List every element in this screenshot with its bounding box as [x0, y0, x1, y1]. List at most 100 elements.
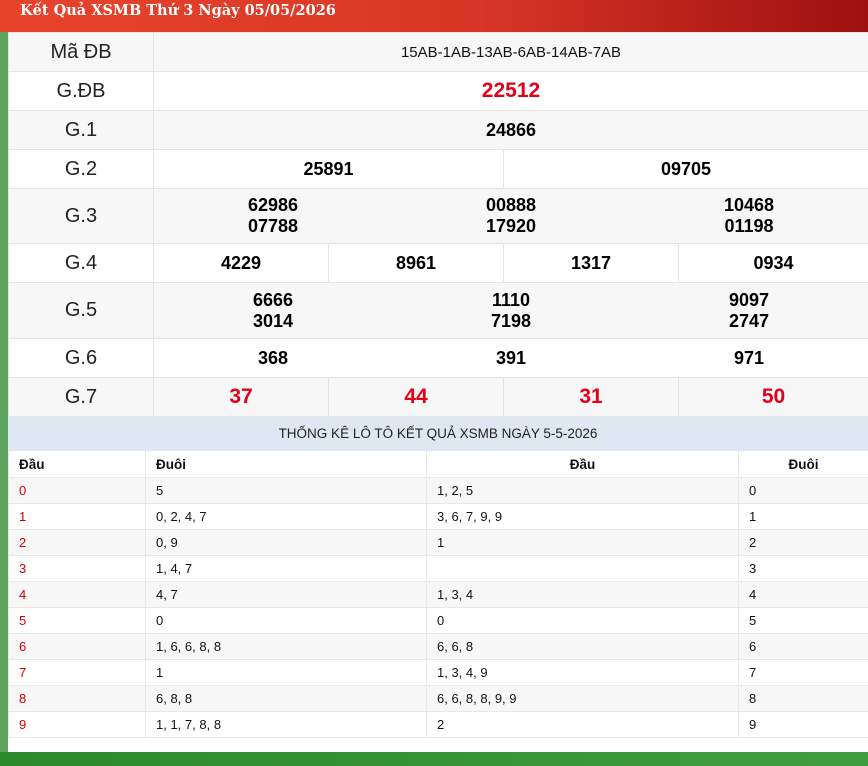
loto-cell: 0: [426, 607, 739, 634]
loto-duoi-digit: 2: [738, 529, 868, 556]
results-table: Mã ĐB 15AB-1AB-13AB-6AB-14AB-7AB G.ĐB 22…: [8, 32, 868, 417]
loto-row: 8 6, 8, 8 6, 6, 8, 8, 9, 98: [8, 685, 868, 712]
label-g3: G.3: [8, 188, 154, 244]
prize-g1-number: 24866: [485, 119, 537, 140]
label-g6: G.6: [8, 338, 154, 378]
prize-g6-number: 971: [733, 347, 765, 368]
loto-header-duoi: Đuôi: [145, 450, 427, 478]
loto-cell: 1, 6, 6, 8, 8: [145, 633, 427, 660]
prize-g2-number: 25891: [303, 158, 354, 179]
loto-dau-digit: 3: [8, 555, 146, 582]
loto-dau-digit: 1: [8, 503, 146, 530]
prize-g7-number: 31: [579, 385, 603, 408]
label-gdb: G.ĐB: [8, 71, 154, 111]
loto-cell: 4, 7: [145, 581, 427, 608]
loto-duoi-digit: 0: [738, 477, 868, 504]
loto-duoi-digit: 9: [738, 711, 868, 738]
loto-cell: 0, 2, 4, 7: [145, 503, 427, 530]
loto-duoi-digit: 7: [738, 659, 868, 686]
loto-duoi-digit: 6: [738, 633, 868, 660]
label-g5: G.5: [8, 282, 154, 339]
loto-cell: 0, 9: [145, 529, 427, 556]
prize-g4-number: 4229: [220, 252, 262, 273]
row-g7: G.7 37 44 31 50: [8, 377, 868, 417]
prize-g3-number: 07788: [247, 216, 299, 236]
loto-dau-digit: 6: [8, 633, 146, 660]
row-g2: G.2 25891 09705: [8, 149, 868, 189]
loto-cell: 1, 2, 5: [426, 477, 739, 504]
prize-g7-number: 37: [229, 385, 253, 408]
loto-dau-digit: 5: [8, 607, 146, 634]
row-g4: G.4 4229 8961 1317 0934: [8, 243, 868, 283]
loto-row: 0 5 1, 2, 50: [8, 477, 868, 504]
loto-cell: 1, 3, 4, 9: [426, 659, 739, 686]
loto-row: 5005: [8, 607, 868, 634]
label-g4: G.4: [8, 243, 154, 283]
loto-row: 6 1, 6, 6, 8, 8 6, 6, 86: [8, 633, 868, 660]
loto-dau-digit: 7: [8, 659, 146, 686]
loto-header-dau: Đầu: [8, 450, 146, 478]
prize-g7-number: 44: [404, 385, 428, 408]
prize-g3-number: 00888: [485, 195, 537, 215]
loto-cell: 0: [145, 607, 427, 634]
loto-duoi-digit: 8: [738, 685, 868, 712]
loto-dau-digit: 4: [8, 581, 146, 608]
header-title: Kết Quả XSMB Thứ 3 Ngày 05/05/2026: [20, 2, 336, 19]
loto-dau-digit: 0: [8, 477, 146, 504]
loto-row: 7 1 1, 3, 4, 97: [8, 659, 868, 686]
page-footer: [0, 752, 868, 766]
loto-cell: 1, 4, 7: [145, 555, 427, 582]
prize-g5-number: 6666: [252, 289, 294, 310]
loto-cell: 1, 1, 7, 8, 8: [145, 711, 427, 738]
prize-g5-number: 7198: [490, 310, 532, 331]
loto-cell: 1: [426, 529, 739, 556]
prize-g5-number: 3014: [252, 310, 294, 331]
prize-g3-number: 62986: [247, 195, 299, 215]
prize-g5-number: 9097: [728, 289, 770, 310]
loto-cell: 6, 8, 8: [145, 685, 427, 712]
loto-title: THỐNG KÊ LÔ TÔ KẾT QUẢ XSMB NGÀY 5-5-202…: [8, 417, 868, 450]
prize-g4-number: 0934: [753, 252, 794, 273]
prize-g3-number: 10468: [723, 195, 775, 215]
loto-dau-digit: 9: [8, 711, 146, 738]
row-g1: G.1 24866: [8, 110, 868, 150]
row-g6: G.6 368 391 971: [8, 338, 868, 378]
loto-cell: 6, 6, 8, 8, 9, 9: [426, 685, 739, 712]
loto-duoi-digit: 4: [738, 581, 868, 608]
row-gdb: G.ĐB 22512: [8, 71, 868, 111]
loto-dau-digit: 8: [8, 685, 146, 712]
row-ma-db: Mã ĐB 15AB-1AB-13AB-6AB-14AB-7AB: [8, 32, 868, 72]
label-g1: G.1: [8, 110, 154, 150]
results-panel: Mã ĐB 15AB-1AB-13AB-6AB-14AB-7AB G.ĐB 22…: [8, 32, 868, 752]
loto-row: 4 4, 7 1, 3, 44: [8, 581, 868, 608]
prize-g6-number: 391: [495, 347, 527, 368]
loto-cell: 1: [145, 659, 427, 686]
prize-g3-number: 01198: [724, 216, 774, 236]
loto-row: 3 1, 4, 73: [8, 555, 868, 582]
loto-cell: 6, 6, 8: [426, 633, 739, 660]
prize-g5-number: 1110: [491, 289, 531, 310]
prize-g3-number: 17920: [485, 216, 537, 236]
prize-g6-number: 368: [257, 347, 289, 368]
page-header: Kết Quả XSMB Thứ 3 Ngày 05/05/2026: [0, 0, 868, 32]
loto-cell: 2: [426, 711, 739, 738]
label-g2: G.2: [8, 149, 154, 189]
prize-g5-number: 2747: [728, 310, 770, 331]
loto-cell: 5: [145, 477, 427, 504]
loto-duoi-digit: 1: [738, 503, 868, 530]
prize-g7-number: 50: [761, 385, 786, 408]
loto-row: 9 1, 1, 7, 8, 829: [8, 711, 868, 738]
row-g3: G.3 62986 07788 00888 17920 10468 01198: [8, 188, 868, 244]
loto-header-duoi: Đuôi: [738, 450, 868, 478]
loto-cell: [426, 555, 739, 582]
loto-header-dau: Đầu: [426, 450, 739, 478]
loto-row: 1 0, 2, 4, 7 3, 6, 7, 9, 91: [8, 503, 868, 530]
row-g5: G.5 6666 3014 1110 7198 9097 2747: [8, 282, 868, 339]
loto-header-row: Đầu Đuôi Đầu Đuôi: [8, 450, 868, 478]
loto-cell: 3, 6, 7, 9, 9: [426, 503, 739, 530]
ma-db-value: 15AB-1AB-13AB-6AB-14AB-7AB: [153, 32, 868, 72]
loto-dau-digit: 2: [8, 529, 146, 556]
loto-row: 2 0, 912: [8, 529, 868, 556]
loto-duoi-digit: 5: [738, 607, 868, 634]
prize-g4-number: 8961: [395, 252, 437, 273]
